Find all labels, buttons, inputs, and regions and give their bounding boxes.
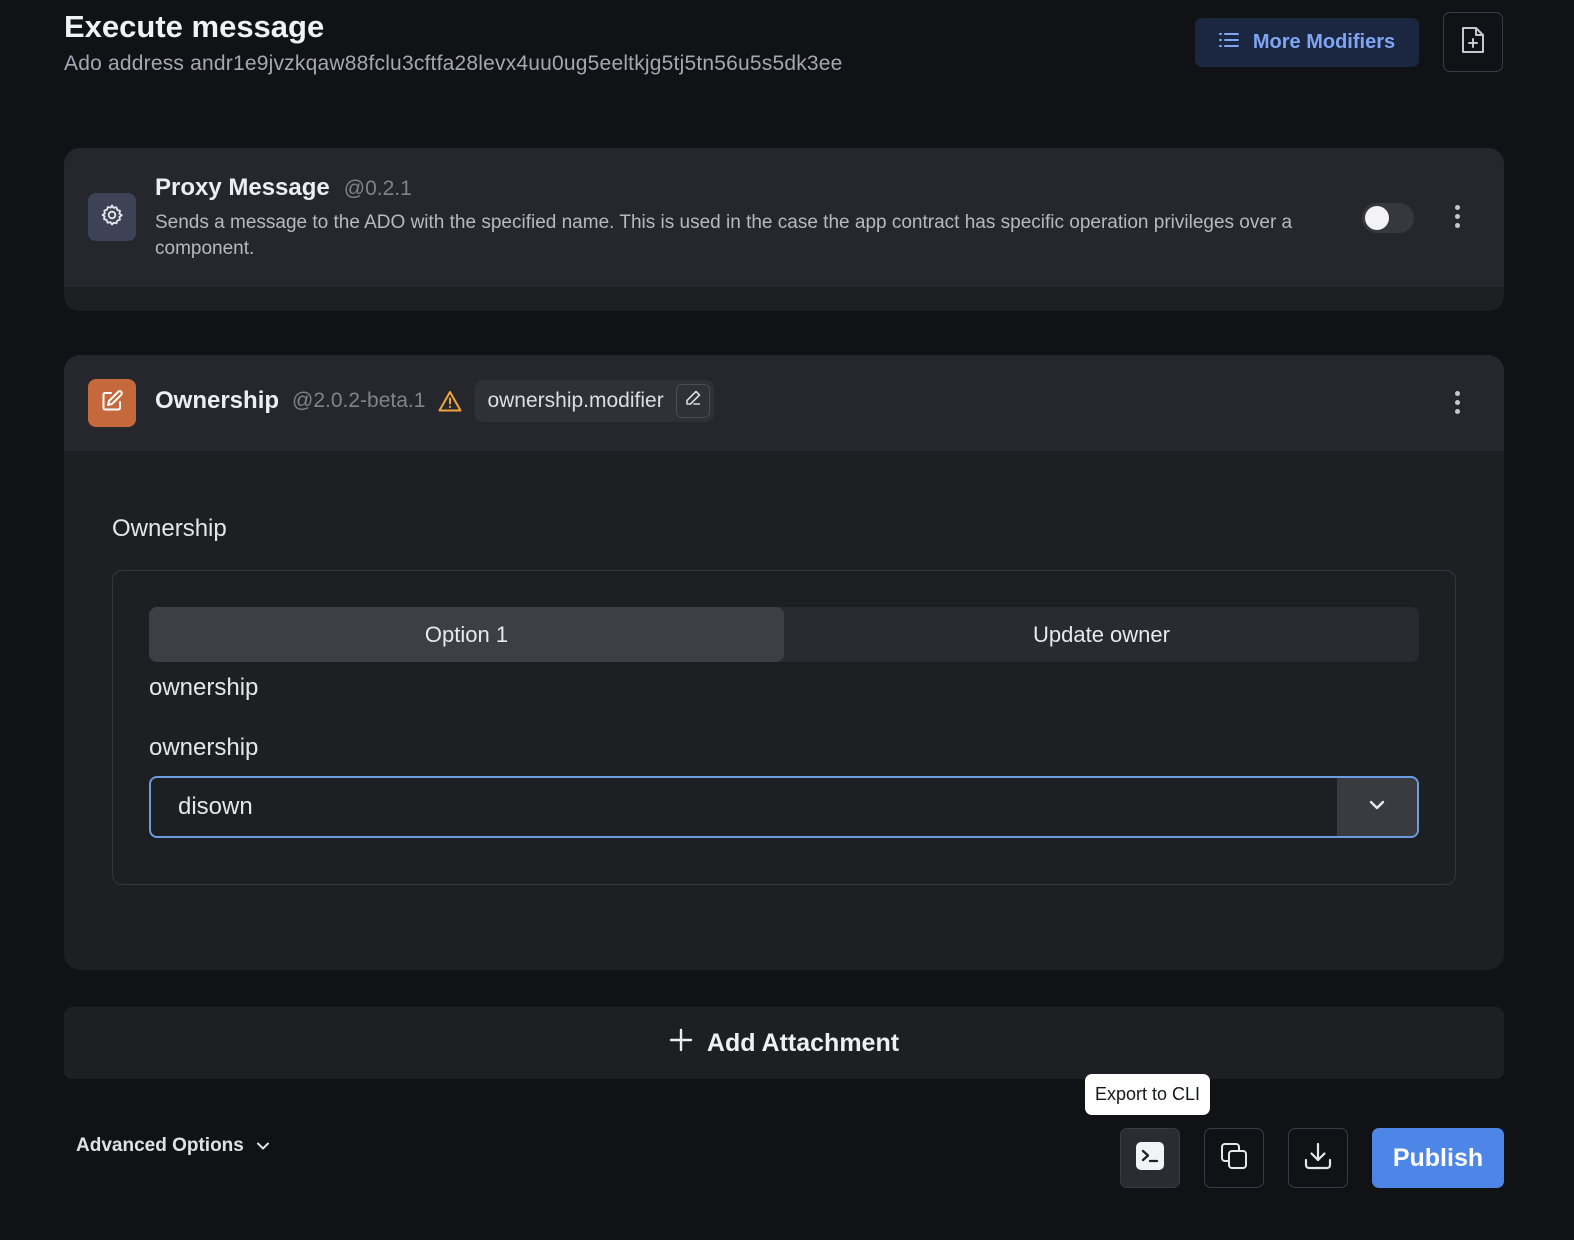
copy-icon xyxy=(1219,1141,1249,1176)
terminal-icon xyxy=(1135,1141,1165,1176)
ado-address: Ado address andr1e9jvzkqaw88fclu3cftfa28… xyxy=(64,52,843,75)
export-cli-tooltip: Export to CLI xyxy=(1085,1074,1211,1115)
page-title: Execute message xyxy=(64,9,325,44)
advanced-options-toggle[interactable]: Advanced Options xyxy=(76,1135,270,1157)
ownership-module-name: Ownership xyxy=(155,387,280,414)
plus-icon xyxy=(669,1028,693,1059)
ownership-card: Ownership @2.0.2-beta.1 ownership.modifi… xyxy=(64,355,1504,970)
warning-icon[interactable] xyxy=(438,390,462,412)
import-file-button[interactable] xyxy=(1443,12,1503,72)
edit-alias-button[interactable] xyxy=(675,384,710,418)
proxy-module-version: @0.2.1 xyxy=(343,177,412,200)
proxy-menu-kebab-icon[interactable] xyxy=(1445,199,1469,233)
proxy-module-description: Sends a message to the ADO with the spec… xyxy=(155,212,1293,259)
copy-button[interactable] xyxy=(1204,1128,1264,1188)
publish-button[interactable]: Publish xyxy=(1372,1128,1504,1188)
ownership-section-label: Ownership xyxy=(112,515,227,542)
proxy-module-icon xyxy=(88,193,136,241)
tab-update-owner[interactable]: Update owner xyxy=(784,607,1419,662)
module-alias: ownership.modifier xyxy=(487,389,664,412)
toggle-knob xyxy=(1365,206,1389,230)
ownership-module-version: @2.0.2-beta.1 xyxy=(292,389,426,412)
ownership-header: Ownership @2.0.2-beta.1 ownership.modifi… xyxy=(64,355,1504,451)
add-attachment-button[interactable]: Add Attachment xyxy=(64,1007,1504,1079)
tab-option-1[interactable]: Option 1 xyxy=(149,607,784,662)
proxy-message-card: Proxy Message @0.2.1 Sends a message to … xyxy=(64,148,1504,311)
select-arrow[interactable] xyxy=(1337,778,1417,836)
gear-icon xyxy=(100,203,124,232)
ownership-module-icon xyxy=(88,379,136,427)
ownership-select[interactable]: disown xyxy=(149,776,1419,838)
advanced-options-label: Advanced Options xyxy=(76,1135,244,1156)
download-button[interactable] xyxy=(1288,1128,1348,1188)
ownership-select-label: ownership xyxy=(149,734,259,761)
ownership-menu-kebab-icon[interactable] xyxy=(1445,385,1469,419)
ownership-tabs: Option 1 Update owner xyxy=(149,607,1419,662)
download-icon xyxy=(1303,1141,1333,1176)
proxy-enable-toggle[interactable] xyxy=(1362,203,1414,233)
module-alias-chip: ownership.modifier xyxy=(475,380,714,422)
proxy-module-name: Proxy Message xyxy=(155,174,330,201)
more-modifiers-button[interactable]: More Modifiers xyxy=(1195,18,1419,67)
proxy-message-header: Proxy Message @0.2.1 Sends a message to … xyxy=(64,148,1504,287)
pencil-icon xyxy=(684,389,702,413)
chevron-down-icon xyxy=(1368,798,1386,816)
proxy-title-row: Proxy Message @0.2.1 xyxy=(155,174,412,202)
export-cli-button[interactable] xyxy=(1120,1128,1180,1188)
more-modifiers-label: More Modifiers xyxy=(1252,31,1396,53)
ownership-field-label: ownership xyxy=(149,674,259,701)
file-plus-icon xyxy=(1459,25,1487,60)
chevron-down-icon xyxy=(256,1135,270,1157)
ownership-title-row: Ownership @2.0.2-beta.1 ownership.modifi… xyxy=(155,380,714,422)
page-header: Execute message Ado address andr1e9jvzkq… xyxy=(64,8,843,76)
list-icon xyxy=(1218,31,1239,54)
add-attachment-label: Add Attachment xyxy=(706,1028,900,1057)
select-value: disown xyxy=(178,793,253,820)
ownership-field-box: Option 1 Update owner ownership ownershi… xyxy=(112,570,1456,885)
edit-icon xyxy=(100,389,124,418)
